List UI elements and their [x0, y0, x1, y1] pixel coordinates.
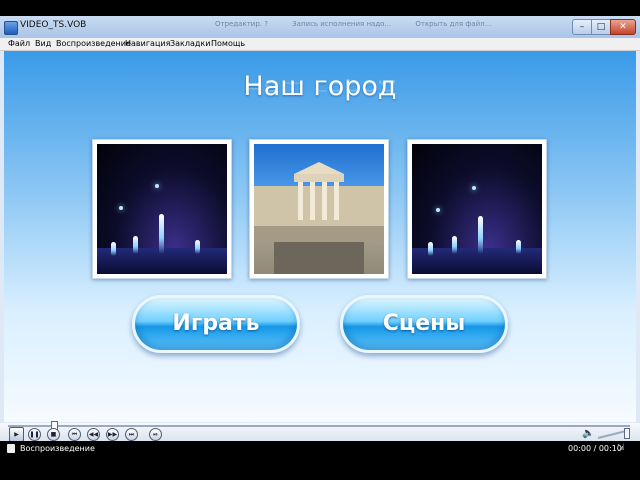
building-svg — [254, 162, 384, 274]
menu-help[interactable]: Помощь — [211, 39, 245, 48]
street-lamp — [436, 208, 440, 212]
volume-thumb[interactable] — [624, 428, 630, 439]
maximize-button[interactable]: □ — [591, 19, 611, 35]
fountain-jet — [452, 236, 457, 254]
ghost-tab: Отредактир. ? — [215, 20, 268, 28]
volume-slider[interactable] — [597, 429, 628, 439]
menu-navigation[interactable]: Навигация — [125, 39, 170, 48]
seek-bar[interactable] — [8, 421, 630, 432]
taskbar-ghost-tabs: Отредактир. ? Запись исполнения надо... … — [215, 20, 513, 28]
menu-playback[interactable]: Воспроизведение — [56, 39, 131, 48]
menu-view[interactable]: Вид — [35, 39, 51, 48]
ghost-tab: Запись исполнения надо... — [292, 20, 392, 28]
transport-controls: ▶ ❚❚ ■ ⏮ ◀◀ ▶▶ ⏭ ⏯ 🔈 — [0, 421, 640, 442]
window-title: VIDEO_TS.VOB — [20, 20, 87, 30]
street-lamp — [119, 206, 123, 210]
time-readout: 00:00 / 00:10 — [568, 444, 622, 453]
fountain-jet — [159, 214, 164, 254]
scenes-button[interactable]: Сцены — [340, 295, 508, 353]
scene-thumbnail-1[interactable] — [92, 139, 232, 279]
play-button[interactable]: Играть — [132, 295, 300, 353]
player-window: VIDEO_TS.VOB Отредактир. ? Запись исполн… — [0, 16, 640, 456]
fountain-jet — [111, 242, 116, 256]
menu-bookmarks[interactable]: Закладки — [170, 39, 210, 48]
play-icon[interactable]: ▶ — [9, 427, 24, 442]
dvd-menu-title-reflection: Наш город — [243, 78, 397, 97]
close-button[interactable]: ✕ — [610, 19, 636, 35]
building-columns-photo — [254, 144, 384, 274]
fast-forward-icon[interactable]: ▶▶ — [106, 428, 119, 441]
fountain-jet — [133, 236, 138, 254]
fountain-jet — [478, 216, 483, 254]
fountain-night-photo — [97, 144, 227, 274]
resize-grip-icon: ⇲ — [617, 443, 625, 453]
scene-thumbnail-3[interactable] — [407, 139, 547, 279]
rewind-icon[interactable]: ◀◀ — [87, 428, 100, 441]
ghost-tab: Открыть для файл... — [415, 20, 492, 28]
fountain-jet — [195, 240, 200, 254]
pause-icon[interactable]: ❚❚ — [28, 428, 41, 441]
menu-file[interactable]: Файл — [8, 39, 30, 48]
frame-step-icon[interactable]: ⏯ — [149, 428, 162, 441]
document-icon — [7, 444, 15, 453]
status-bar: Воспроизведение 00:00 / 00:10 ⇲ — [0, 441, 640, 456]
menu-bar: Файл Вид Воспроизведение Навигация Закла… — [0, 38, 640, 51]
title-bar: VIDEO_TS.VOB Отредактир. ? Запись исполн… — [0, 16, 640, 39]
scene-thumbnail-2[interactable] — [249, 139, 389, 279]
fountain-jet — [428, 242, 433, 256]
street-lamp — [472, 186, 476, 190]
status-text: Воспроизведение — [20, 444, 95, 453]
next-chapter-icon[interactable]: ⏭ — [125, 428, 138, 441]
minimize-button[interactable]: – — [572, 19, 592, 35]
previous-chapter-icon[interactable]: ⏮ — [68, 428, 81, 441]
stop-icon[interactable]: ■ — [47, 428, 60, 441]
fountain-night-photo — [412, 144, 542, 274]
street-lamp — [155, 184, 159, 188]
volume-icon[interactable]: 🔈 — [582, 428, 594, 439]
fountain-jet — [516, 240, 521, 254]
video-area[interactable]: Наш город Наш город Играть Сцены — [4, 51, 636, 422]
app-icon — [4, 21, 18, 35]
